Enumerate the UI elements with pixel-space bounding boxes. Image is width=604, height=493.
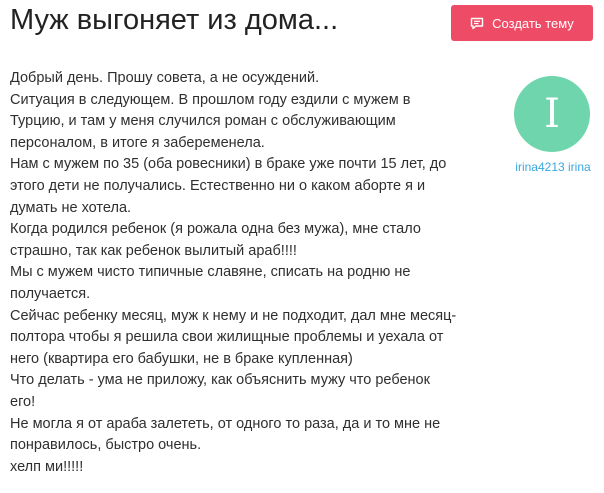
post-line: получается. bbox=[10, 285, 91, 302]
post-line: хелп ми!!!!! bbox=[10, 458, 84, 475]
post-line: понравилось, быстро очень. bbox=[10, 437, 202, 454]
author-username-link[interactable]: irina4213 irina bbox=[512, 160, 594, 174]
chat-bubble-icon bbox=[470, 17, 484, 30]
post-line: страшно, так как ребенок вылитый араб!!!… bbox=[10, 242, 297, 259]
post-line: Что делать - ума не приложу, как объясни… bbox=[10, 372, 430, 389]
post-line: персоналом, в итоге я забеременела. bbox=[10, 134, 265, 151]
page-title: Муж выгоняет из дома... bbox=[10, 4, 339, 36]
post-line: него (квартира его бабушки, не в браке к… bbox=[10, 350, 353, 367]
post-line: Нам с мужем по 35 (оба ровесники) в брак… bbox=[10, 156, 447, 173]
post-line: его! bbox=[10, 393, 36, 410]
post-line: Ситуация в следующем. В прошлом году езд… bbox=[10, 91, 411, 108]
avatar[interactable]: I bbox=[514, 76, 590, 152]
post-line: Когда родился ребенок (я рожала одна без… bbox=[10, 221, 421, 238]
post-line: Мы с мужем чисто типичные славяне, списа… bbox=[10, 264, 411, 281]
avatar-letter: I bbox=[544, 91, 560, 137]
post-line: полтора чтобы я решила свои жилищные про… bbox=[10, 329, 444, 346]
create-topic-label: Создать тему bbox=[492, 15, 574, 31]
post-line: Турцию, и там у меня случился роман с об… bbox=[10, 113, 396, 130]
post-body: Добрый день. Прошу совета, а не осуждени… bbox=[10, 68, 500, 478]
post-line: Не могла я от араба залететь, от одного … bbox=[10, 415, 441, 432]
post-line: этого дети не получались. Естественно ни… bbox=[10, 177, 426, 194]
post-line: думать не хотела. bbox=[10, 199, 132, 216]
post-line: Сейчас ребенку месяц, муж к нему и не по… bbox=[10, 307, 457, 324]
post-line: Добрый день. Прошу совета, а не осуждени… bbox=[10, 70, 320, 86]
create-topic-button[interactable]: Создать тему bbox=[451, 5, 593, 41]
